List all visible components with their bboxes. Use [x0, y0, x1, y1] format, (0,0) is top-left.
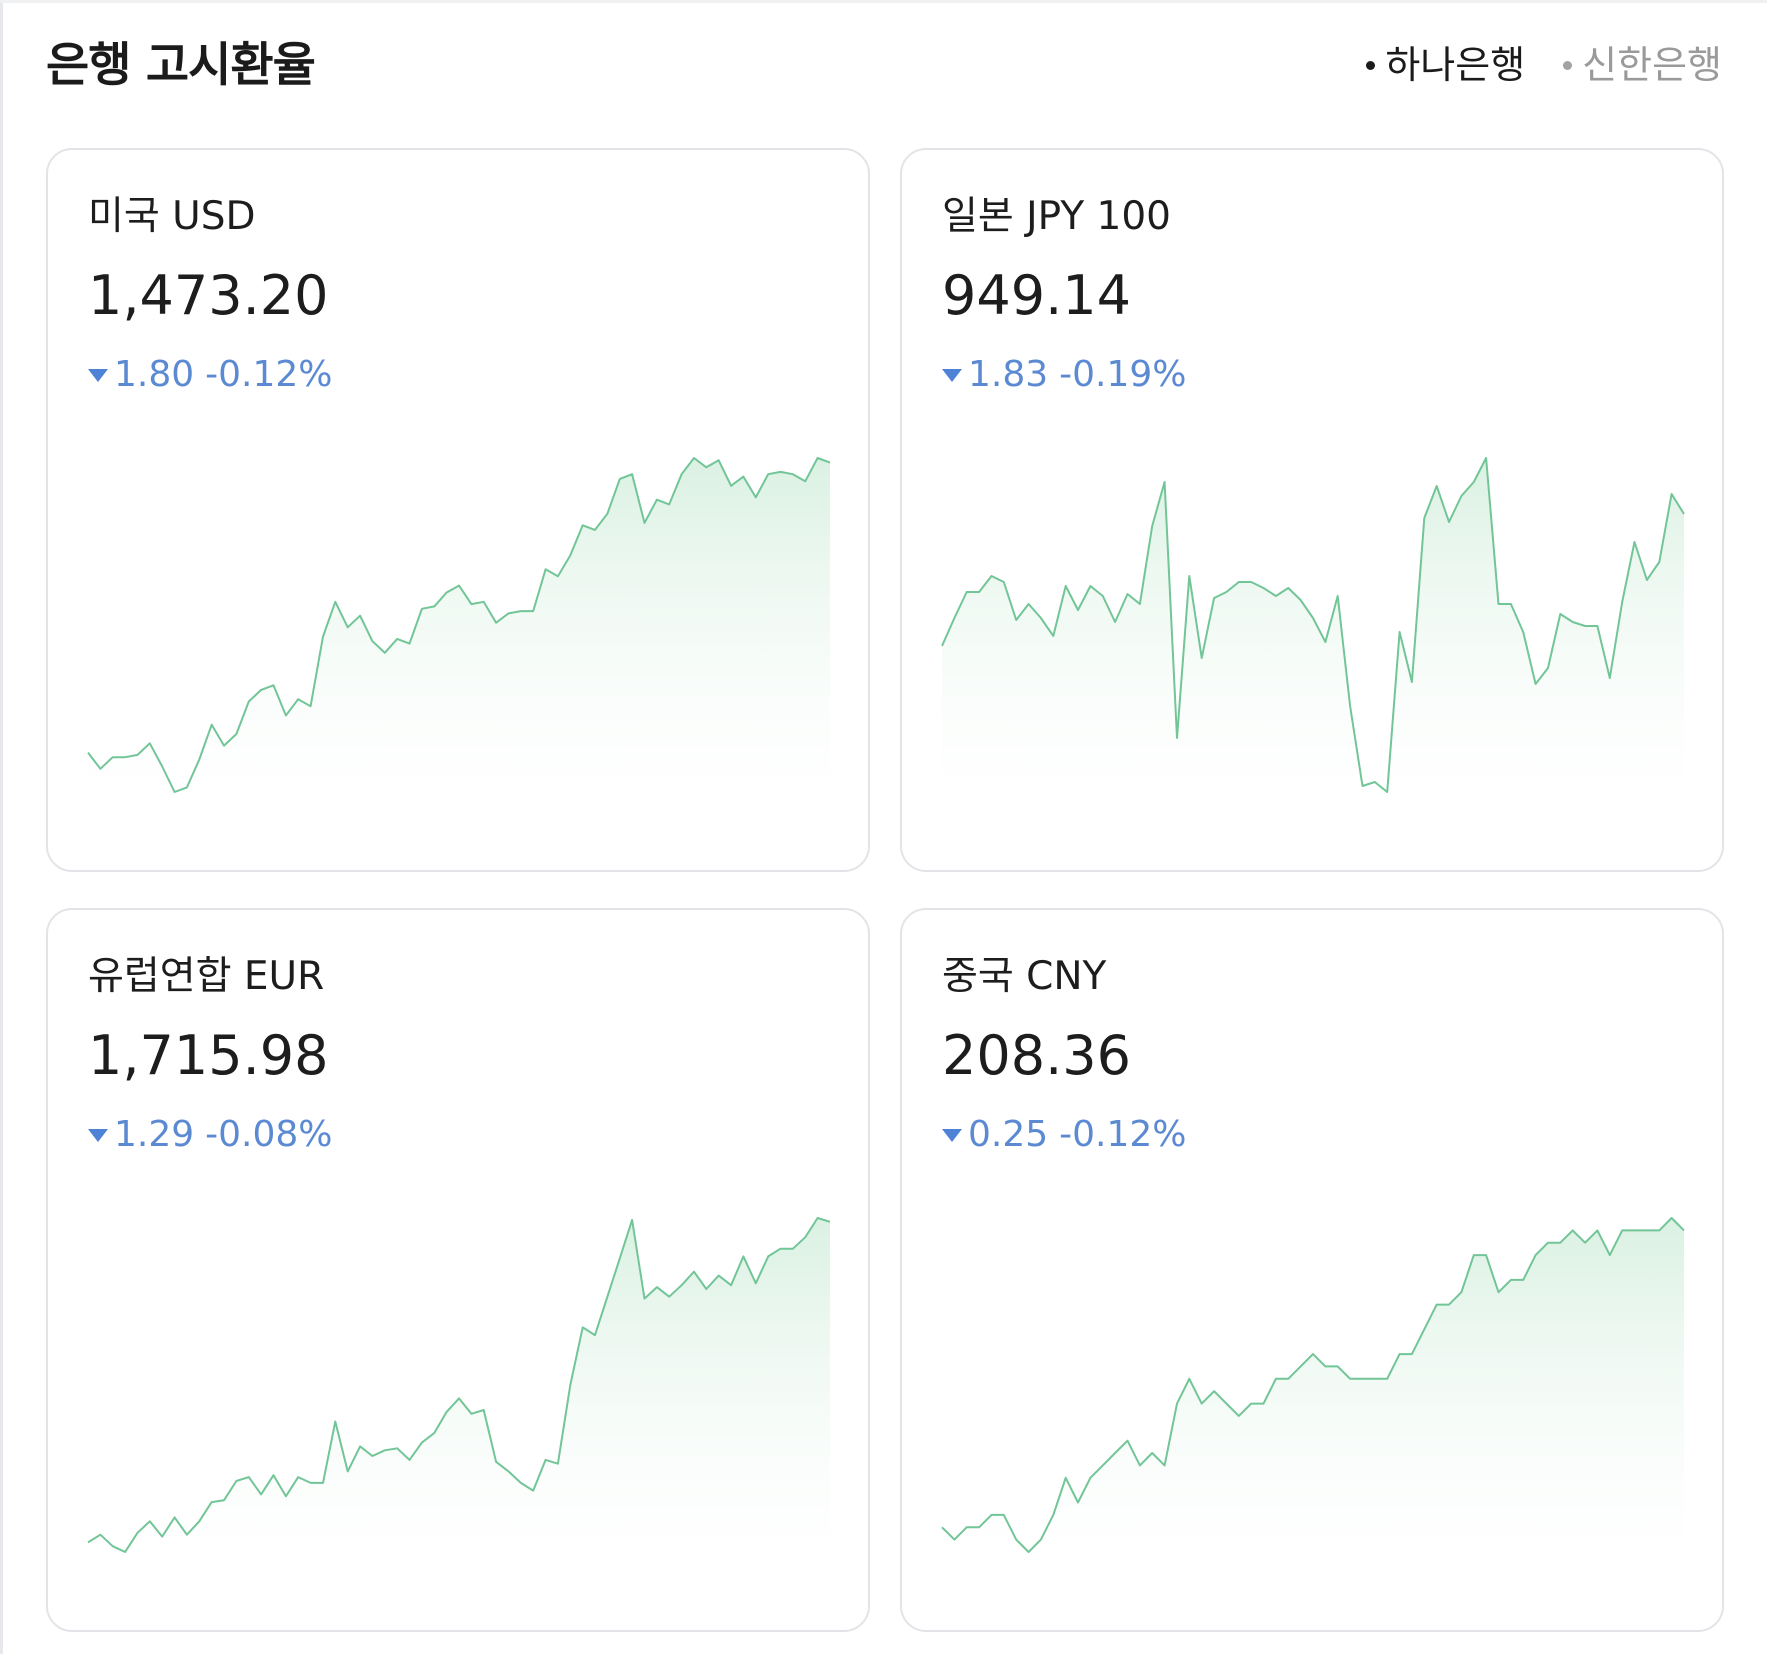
- change-percent: -0.08%: [205, 1114, 333, 1155]
- sparkline-chart: [941, 1217, 1685, 1570]
- change-percent: -0.12%: [205, 354, 333, 395]
- rate-change: 1.29 -0.08%: [88, 1112, 333, 1158]
- top-edge-divider: [0, 0, 1767, 3]
- exchange-rate-header: 은행 고시환율 하나은행 신한은행: [46, 30, 1722, 110]
- exchange-rate-value: 208.36: [942, 1024, 1131, 1087]
- down-arrow-icon: [942, 368, 962, 382]
- sparkline-area: [942, 1218, 1684, 1570]
- tab-label: 신한은행: [1582, 43, 1722, 87]
- rate-card-cny[interactable]: 중국 CNY 208.36 0.25 -0.12%: [900, 908, 1724, 1632]
- exchange-rate-value: 1,715.98: [88, 1024, 329, 1087]
- down-arrow-icon: [942, 1128, 962, 1142]
- tab-hana-bank[interactable]: 하나은행: [1366, 40, 1525, 90]
- bank-tabs: 하나은행 신한은행: [1366, 40, 1722, 90]
- currency-name: 일본 JPY 100: [942, 194, 1171, 239]
- sparkline-chart: [941, 457, 1685, 810]
- sparkline-area: [88, 1218, 830, 1570]
- sparkline-chart: [87, 1217, 831, 1570]
- change-amount: 1.80: [114, 354, 195, 395]
- page-title: 은행 고시환율: [46, 38, 316, 93]
- tab-shinhan-bank[interactable]: 신한은행: [1563, 40, 1722, 90]
- change-amount: 0.25: [968, 1114, 1049, 1155]
- left-edge-divider: [0, 0, 3, 1654]
- down-arrow-icon: [88, 368, 108, 382]
- currency-name: 중국 CNY: [942, 954, 1107, 999]
- currency-name: 미국 USD: [88, 194, 256, 239]
- active-dot-icon: [1366, 60, 1376, 70]
- rate-card-eur[interactable]: 유럽연합 EUR 1,715.98 1.29 -0.08%: [46, 908, 870, 1632]
- rate-change: 0.25 -0.12%: [942, 1112, 1187, 1158]
- inactive-dot-icon: [1563, 60, 1573, 70]
- down-arrow-icon: [88, 1128, 108, 1142]
- rate-change: 1.80 -0.12%: [88, 352, 333, 398]
- change-percent: -0.19%: [1059, 354, 1187, 395]
- change-amount: 1.29: [114, 1114, 195, 1155]
- rate-card-jpy[interactable]: 일본 JPY 100 949.14 1.83 -0.19%: [900, 148, 1724, 872]
- change-percent: -0.12%: [1059, 1114, 1187, 1155]
- rate-card-usd[interactable]: 미국 USD 1,473.20 1.80 -0.12%: [46, 148, 870, 872]
- currency-name: 유럽연합 EUR: [88, 954, 325, 999]
- rate-card-grid: 미국 USD 1,473.20 1.80 -0.12% 일본 JPY 100 9…: [46, 148, 1724, 1632]
- exchange-rate-value: 1,473.20: [88, 264, 329, 327]
- sparkline-chart: [87, 457, 831, 810]
- exchange-rate-value: 949.14: [942, 264, 1131, 327]
- tab-label: 하나은행: [1385, 43, 1526, 87]
- rate-change: 1.83 -0.19%: [942, 352, 1187, 398]
- change-amount: 1.83: [968, 354, 1049, 395]
